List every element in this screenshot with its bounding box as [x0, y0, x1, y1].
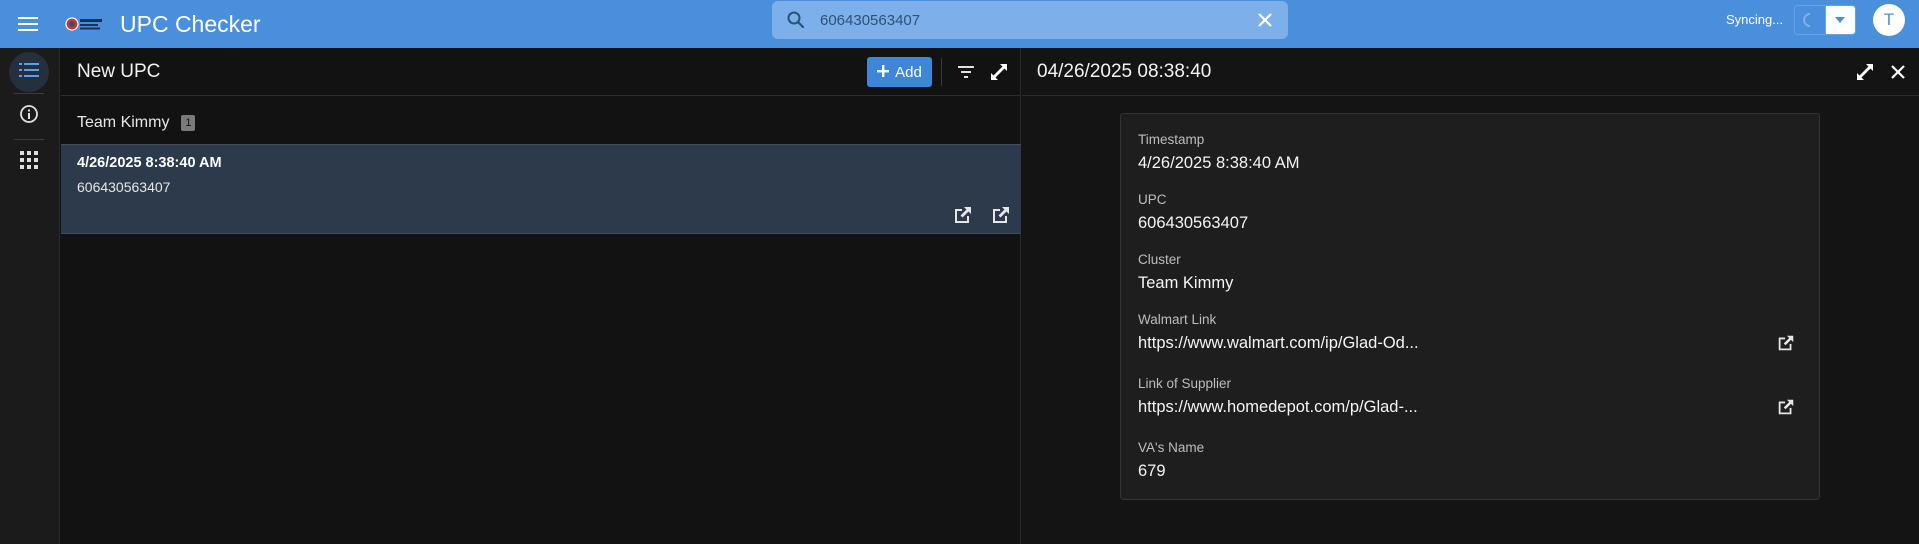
open-supplier-link-icon[interactable] — [990, 204, 1012, 226]
field-label: Cluster — [1138, 252, 1181, 267]
list-panel: New UPC Add Team Kimmy 1 4/26/2025 8:38:… — [61, 48, 1021, 544]
nav-divider — [14, 93, 44, 94]
field-supplier-link: Link of Supplier https://www.homedepot.c… — [1138, 376, 1798, 417]
sync-split-button — [1794, 5, 1856, 35]
field-value: Team Kimmy — [1138, 274, 1234, 292]
add-button-label: Add — [895, 63, 922, 81]
list-icon — [19, 62, 39, 83]
field-label: VA's Name — [1138, 440, 1205, 455]
list-item-subtitle: 606430563407 — [77, 179, 171, 195]
avatar[interactable]: T — [1873, 4, 1905, 36]
expand-icon[interactable] — [1853, 60, 1877, 84]
list-item[interactable]: 4/26/2025 8:38:40 AM 606430563407 — [61, 144, 1021, 234]
supplier-link[interactable]: https://www.homedepot.com/p/Glad-... — [1138, 397, 1798, 417]
app-bar: UPC Checker Syncing... T — [0, 0, 1919, 48]
field-label: Link of Supplier — [1138, 376, 1232, 391]
close-icon[interactable] — [1256, 11, 1274, 29]
list-panel-title: New UPC — [77, 61, 161, 82]
expand-icon[interactable] — [987, 60, 1011, 84]
add-button[interactable]: Add — [867, 57, 932, 87]
nav-rail — [0, 48, 60, 544]
plus-icon — [877, 64, 890, 81]
detail-panel-header: 04/26/2025 08:38:40 — [1022, 48, 1919, 96]
field-value: 679 — [1138, 462, 1166, 480]
nav-item-list[interactable] — [9, 52, 49, 92]
field-timestamp: Timestamp 4/26/2025 8:38:40 AM — [1138, 132, 1798, 173]
walmart-link[interactable]: https://www.walmart.com/ip/Glad-Od... — [1138, 333, 1798, 353]
nav-item-info[interactable] — [9, 96, 49, 136]
info-icon — [19, 104, 39, 129]
nav-item-apps[interactable] — [9, 142, 49, 182]
sync-spinner-icon[interactable] — [1795, 6, 1826, 34]
filter-icon[interactable] — [954, 60, 978, 84]
menu-icon[interactable] — [16, 12, 40, 36]
list-item-title: 4/26/2025 8:38:40 AM — [77, 155, 222, 171]
nav-divider — [14, 139, 44, 140]
group-name: Team Kimmy — [77, 114, 170, 131]
list-panel-header: New UPC Add — [61, 48, 1021, 96]
open-link-icon[interactable] — [1776, 333, 1796, 353]
group-header[interactable]: Team Kimmy 1 — [77, 114, 196, 132]
field-value: 606430563407 — [1138, 214, 1249, 232]
detail-card: Timestamp 4/26/2025 8:38:40 AM UPC 60643… — [1120, 113, 1820, 500]
field-label: Walmart Link — [1138, 312, 1217, 327]
apps-grid-icon — [20, 150, 38, 174]
close-icon[interactable] — [1886, 60, 1910, 84]
field-label: UPC — [1138, 192, 1167, 207]
group-count-badge: 1 — [181, 115, 196, 131]
field-va-name: VA's Name 679 — [1138, 440, 1798, 481]
field-cluster: Cluster Team Kimmy — [1138, 252, 1798, 293]
sync-status: Syncing... — [1726, 12, 1784, 27]
field-walmart-link: Walmart Link https://www.walmart.com/ip/… — [1138, 312, 1798, 353]
search-input[interactable] — [820, 1, 1220, 39]
chevron-down-icon[interactable] — [1825, 6, 1855, 34]
field-value: 4/26/2025 8:38:40 AM — [1138, 154, 1300, 172]
field-label: Timestamp — [1138, 132, 1205, 147]
detail-panel: 04/26/2025 08:38:40 Timestamp 4/26/2025 … — [1022, 48, 1919, 544]
header-divider — [941, 58, 942, 86]
detail-title: 04/26/2025 08:38:40 — [1037, 61, 1212, 82]
field-upc: UPC 606430563407 — [1138, 192, 1798, 233]
search-bar — [772, 1, 1288, 39]
open-link-icon[interactable] — [1776, 397, 1796, 417]
app-title: UPC Checker — [120, 11, 261, 37]
search-icon — [786, 10, 806, 30]
open-walmart-link-icon[interactable] — [952, 204, 974, 226]
logo-icon — [64, 12, 104, 36]
